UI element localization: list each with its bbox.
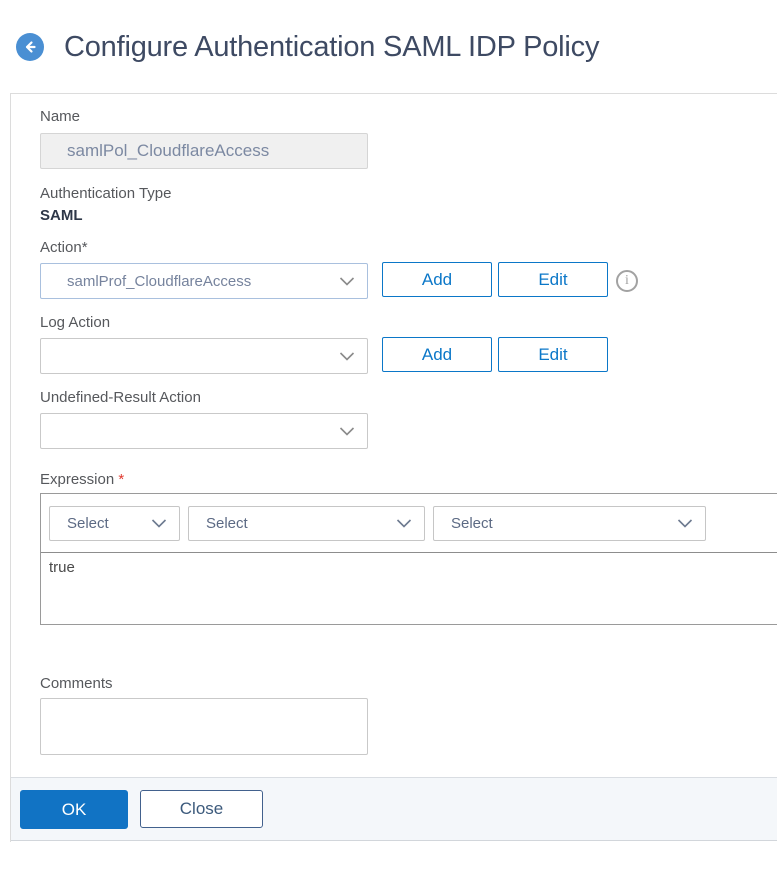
expression-select-2-value: Select bbox=[206, 515, 396, 532]
comments-label: Comments bbox=[40, 675, 113, 692]
back-button[interactable] bbox=[16, 33, 44, 61]
name-input[interactable] bbox=[40, 133, 368, 169]
expression-select-1-value: Select bbox=[67, 515, 151, 532]
configure-saml-idp-policy-dialog: Configure Authentication SAML IDP Policy… bbox=[0, 0, 777, 877]
comments-input[interactable] bbox=[40, 698, 368, 755]
expression-select-1[interactable]: Select bbox=[49, 506, 180, 541]
chevron-down-icon bbox=[396, 519, 412, 528]
expression-label-text: Expression bbox=[40, 471, 114, 488]
log-action-add-button[interactable]: Add bbox=[382, 337, 492, 372]
log-action-label: Log Action bbox=[40, 314, 110, 331]
expression-toolbar: Select Select Select bbox=[41, 494, 777, 553]
action-label: Action* bbox=[40, 239, 88, 256]
chevron-down-icon bbox=[339, 352, 355, 361]
undefined-result-action-label: Undefined-Result Action bbox=[40, 389, 201, 406]
chevron-down-icon bbox=[151, 519, 167, 528]
authentication-type-label: Authentication Type bbox=[40, 185, 171, 202]
ok-button[interactable]: OK bbox=[20, 790, 128, 829]
back-arrow-icon bbox=[22, 39, 38, 55]
expression-select-3[interactable]: Select bbox=[433, 506, 706, 541]
expression-select-3-value: Select bbox=[451, 515, 677, 532]
info-icon[interactable]: i bbox=[616, 270, 638, 292]
chevron-down-icon bbox=[339, 277, 355, 286]
action-select[interactable]: samlProf_CloudflareAccess bbox=[40, 263, 368, 299]
expression-label: Expression * bbox=[40, 471, 124, 488]
required-asterisk: * bbox=[118, 471, 124, 488]
undefined-result-action-select[interactable] bbox=[40, 413, 368, 449]
expression-builder: Select Select Select true bbox=[40, 493, 777, 625]
expression-select-2[interactable]: Select bbox=[188, 506, 425, 541]
close-button[interactable]: Close bbox=[140, 790, 263, 828]
expression-input[interactable]: true bbox=[41, 553, 777, 624]
action-add-button[interactable]: Add bbox=[382, 262, 492, 297]
name-label: Name bbox=[40, 108, 80, 125]
action-select-value: samlProf_CloudflareAccess bbox=[67, 273, 339, 290]
log-action-select[interactable] bbox=[40, 338, 368, 374]
action-edit-button[interactable]: Edit bbox=[498, 262, 608, 297]
log-action-edit-button[interactable]: Edit bbox=[498, 337, 608, 372]
chevron-down-icon bbox=[339, 427, 355, 436]
page-title: Configure Authentication SAML IDP Policy bbox=[64, 27, 599, 67]
chevron-down-icon bbox=[677, 519, 693, 528]
authentication-type-value: SAML bbox=[40, 207, 83, 224]
